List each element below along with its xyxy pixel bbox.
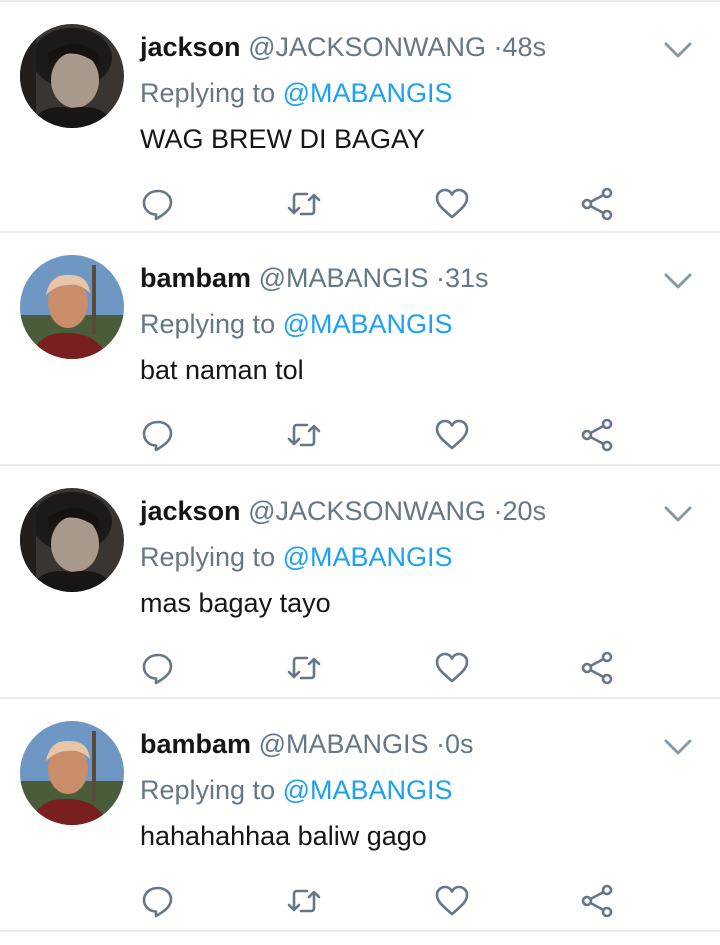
reply-mention-link[interactable]: @MABANGIS [283,309,453,339]
separator-dot: · [493,496,503,526]
author-handle[interactable]: @MABANGIS [259,729,429,759]
tweet[interactable]: jackson @JACKSONWANG ·48s Replying to @M… [0,0,720,233]
tweet-text: bat naman tol [140,355,304,385]
tweet-text: mas bagay tayo [140,588,331,618]
avatar[interactable] [20,24,124,128]
author-handle[interactable]: @JACKSONWANG [248,32,486,62]
retweet-icon[interactable] [286,186,322,222]
retweet-icon[interactable] [286,417,322,453]
tweet[interactable]: bambam @MABANGIS ·0s Replying to @MABANG… [0,699,720,932]
replying-prefix: Replying to [140,542,276,572]
separator-dot: · [436,263,446,293]
separator-dot: · [493,32,503,62]
retweet-icon[interactable] [286,650,322,686]
avatar-jackson-image [20,24,124,128]
avatar-bambam-image [20,255,124,359]
replying-to: Replying to @MABANGIS [140,307,453,341]
timestamp[interactable]: 0s [445,729,474,759]
author-name[interactable]: bambam [140,263,251,293]
replying-prefix: Replying to [140,309,276,339]
avatar[interactable] [20,721,124,825]
tweet-actions [140,186,620,222]
timestamp[interactable]: 48s [503,32,547,62]
tweet-header: bambam @MABANGIS ·31s [140,261,489,295]
reply-mention-link[interactable]: @MABANGIS [283,775,453,805]
reply-icon[interactable] [140,883,176,919]
reply-icon[interactable] [140,417,176,453]
author-name[interactable]: jackson [140,496,241,526]
avatar[interactable] [20,488,124,592]
heart-icon[interactable] [434,417,470,453]
reply-icon[interactable] [140,650,176,686]
tweet[interactable]: jackson @JACKSONWANG ·20s Replying to @M… [0,466,720,699]
retweet-icon[interactable] [286,883,322,919]
share-icon[interactable] [580,417,616,453]
heart-icon[interactable] [434,650,470,686]
replying-to: Replying to @MABANGIS [140,773,453,807]
share-icon[interactable] [580,650,616,686]
share-icon[interactable] [580,186,616,222]
replying-prefix: Replying to [140,775,276,805]
chevron-down-icon[interactable] [662,502,694,526]
separator-dot: · [436,729,446,759]
avatar-bambam-image [20,721,124,825]
chevron-down-icon[interactable] [662,38,694,62]
author-handle[interactable]: @MABANGIS [259,263,429,293]
replying-to: Replying to @MABANGIS [140,540,453,574]
timestamp[interactable]: 31s [445,263,489,293]
avatar[interactable] [20,255,124,359]
reply-mention-link[interactable]: @MABANGIS [283,78,453,108]
tweet-timeline: jackson @JACKSONWANG ·48s Replying to @M… [0,0,720,945]
tweet-header: jackson @JACKSONWANG ·20s [140,494,546,528]
avatar-jackson-image [20,488,124,592]
tweet-actions [140,650,620,686]
author-name[interactable]: bambam [140,729,251,759]
tweet-text: WAG BREW DI BAGAY [140,124,426,154]
chevron-down-icon[interactable] [662,735,694,759]
reply-mention-link[interactable]: @MABANGIS [283,542,453,572]
author-handle[interactable]: @JACKSONWANG [248,496,486,526]
replying-to: Replying to @MABANGIS [140,76,453,110]
tweet-actions [140,417,620,453]
tweet-actions [140,883,620,919]
tweet-text: hahahahhaa baliw gago [140,821,427,851]
tweet-header: jackson @JACKSONWANG ·48s [140,30,546,64]
heart-icon[interactable] [434,186,470,222]
tweet-header: bambam @MABANGIS ·0s [140,727,474,761]
chevron-down-icon[interactable] [662,269,694,293]
tweet[interactable]: bambam @MABANGIS ·31s Replying to @MABAN… [0,233,720,466]
replying-prefix: Replying to [140,78,276,108]
author-name[interactable]: jackson [140,32,241,62]
reply-icon[interactable] [140,186,176,222]
share-icon[interactable] [580,883,616,919]
timestamp[interactable]: 20s [503,496,547,526]
heart-icon[interactable] [434,883,470,919]
